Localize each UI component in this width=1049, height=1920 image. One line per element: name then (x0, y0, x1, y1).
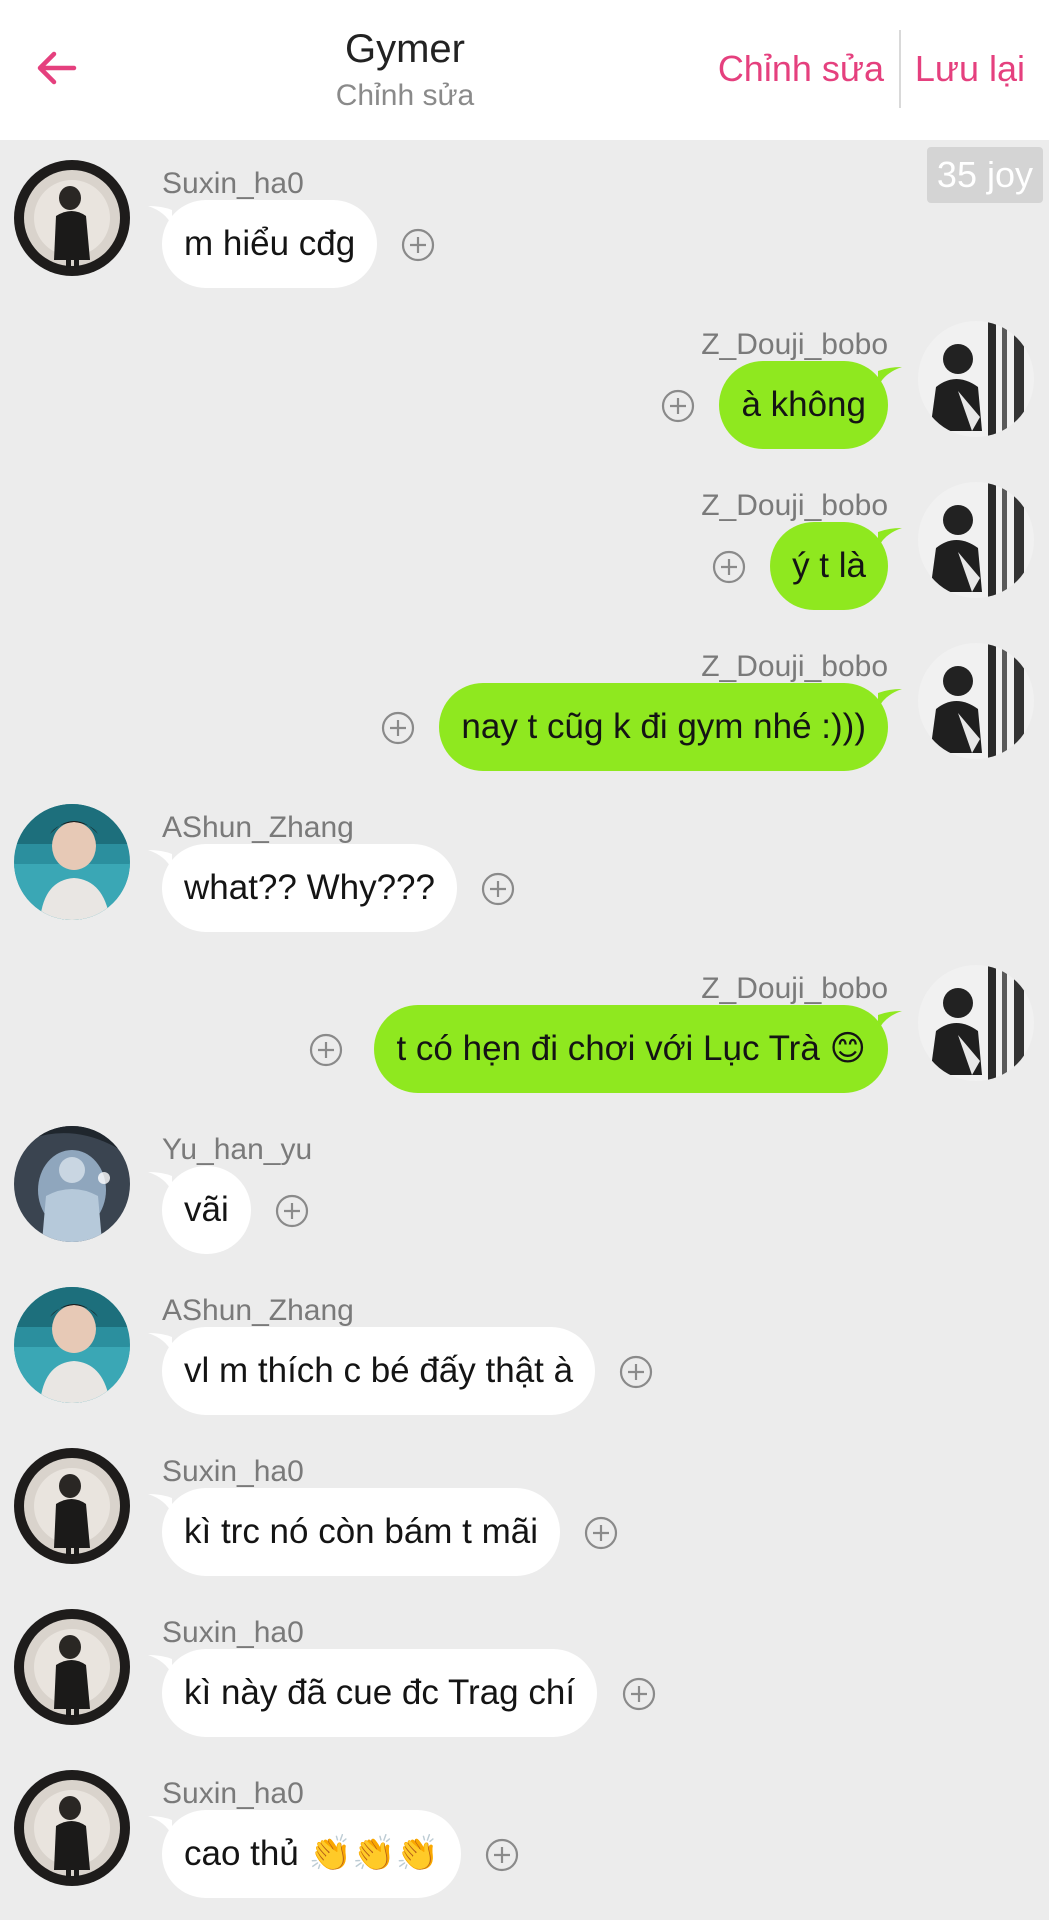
sender-name: Z_Douji_bobo (701, 489, 888, 522)
chat-message: Z_Douji_bobo ý t là (0, 468, 1049, 628)
add-reaction-icon[interactable] (401, 228, 435, 262)
avatar-suxin[interactable] (14, 1770, 130, 1886)
avatar-zdouji[interactable] (918, 643, 1034, 759)
message-bubble[interactable]: vl m thích c bé đấy thật à (162, 1327, 596, 1415)
save-button[interactable]: Lưu lại (915, 46, 1025, 92)
sender-name: AShun_Zhang (162, 1294, 354, 1327)
chat-message: Suxin_ha0 kì này đã cue đc Trag chí (0, 1595, 1049, 1755)
message-bubble[interactable]: ý t là (770, 522, 888, 610)
message-bubble[interactable]: nay t cũg k đi gym nhé :))) (439, 683, 888, 771)
message-bubble[interactable]: à không (719, 361, 888, 449)
avatar-ashun[interactable] (14, 804, 130, 920)
avatar-suxin[interactable] (14, 1609, 130, 1725)
arrow-left-icon (37, 51, 77, 85)
chat-message: Z_Douji_bobo t có hẹn đi chơi với Lục Trà… (0, 951, 1049, 1111)
add-reaction-icon[interactable] (481, 872, 515, 906)
sender-name: Suxin_ha0 (162, 1616, 304, 1649)
message-bubble[interactable]: kì trc nó còn bám t mãi (162, 1488, 561, 1576)
header-divider (899, 30, 901, 108)
chat-message: Yu_han_yu vãi (0, 1112, 1049, 1272)
add-reaction-icon[interactable] (275, 1194, 309, 1228)
avatar-zdouji[interactable] (918, 965, 1034, 1081)
chat-message: AShun_Zhang what?? Why??? (0, 790, 1049, 950)
avatar-yuhan[interactable] (14, 1126, 130, 1242)
chat-message: AShun_Zhang vl m thích c bé đấy thật à (0, 1273, 1049, 1433)
chat-message: Z_Douji_bobo nay t cũg k đi gym nhé :))) (0, 629, 1049, 789)
group-subtitle: Chỉnh sửa (335, 79, 475, 112)
sender-name: Suxin_ha0 (162, 167, 304, 200)
message-bubble[interactable]: what?? Why??? (162, 844, 457, 932)
avatar-suxin[interactable] (14, 1448, 130, 1564)
add-reaction-icon[interactable] (661, 389, 695, 423)
add-reaction-icon[interactable] (485, 1838, 519, 1872)
group-title: Gymer (345, 27, 465, 71)
message-bubble[interactable]: cao thủ 👏👏👏 (162, 1810, 462, 1898)
avatar-ashun[interactable] (14, 1287, 130, 1403)
sender-name: AShun_Zhang (162, 811, 354, 844)
add-reaction-icon[interactable] (584, 1516, 618, 1550)
avatar-zdouji[interactable] (918, 482, 1034, 598)
message-bubble[interactable]: vãi (162, 1166, 251, 1254)
message-bubble[interactable]: kì này đã cue đc Trag chí (162, 1649, 598, 1737)
avatar-suxin[interactable] (14, 160, 130, 276)
title-block: Gymer Chỉnh sửa (250, 24, 560, 118)
top-bar: Gymer Chỉnh sửa Chỉnh sửa Lưu lại (0, 0, 1049, 140)
sender-name: Z_Douji_bobo (701, 650, 888, 683)
chat-message: Suxin_ha0 kì trc nó còn bám t mãi (0, 1434, 1049, 1594)
sender-name: Z_Douji_bobo (701, 328, 888, 361)
sender-name: Z_Douji_bobo (701, 972, 888, 1005)
add-reaction-icon[interactable] (309, 1033, 343, 1067)
add-reaction-icon[interactable] (622, 1677, 656, 1711)
add-reaction-icon[interactable] (381, 711, 415, 745)
sender-name: Yu_han_yu (162, 1133, 313, 1166)
add-reaction-icon[interactable] (619, 1355, 653, 1389)
message-bubble[interactable]: t có hẹn đi chơi với Lục Trà 😊 (374, 1005, 888, 1093)
chat-message: Z_Douji_bobo à không (0, 307, 1049, 467)
sender-name: Suxin_ha0 (162, 1777, 304, 1810)
edit-button[interactable]: Chỉnh sửa (718, 46, 884, 92)
sender-name: Suxin_ha0 (162, 1455, 304, 1488)
back-button[interactable] (28, 40, 84, 96)
add-reaction-icon[interactable] (712, 550, 746, 584)
chat-message: Suxin_ha0 cao thủ 👏👏👏 (0, 1756, 1049, 1916)
chat-message: Suxin_ha0 m hiểu cđg (0, 146, 1049, 306)
avatar-zdouji[interactable] (918, 321, 1034, 437)
message-bubble[interactable]: m hiểu cđg (162, 200, 378, 288)
